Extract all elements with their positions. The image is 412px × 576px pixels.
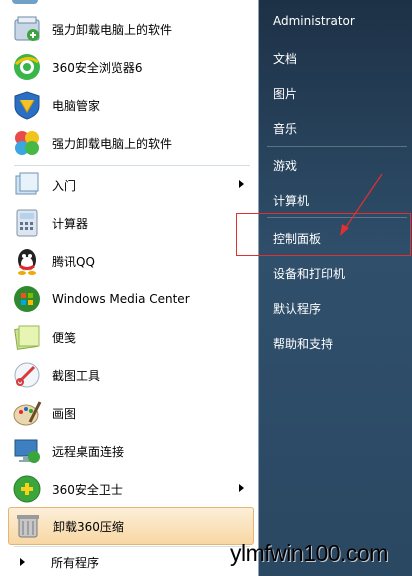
- music-link[interactable]: 音乐: [273, 120, 297, 137]
- devices-printers-link[interactable]: 设备和打印机: [273, 265, 345, 282]
- paint-palette-icon: [10, 396, 44, 430]
- remote-desktop-icon: [10, 434, 44, 468]
- program-label: 截图工具: [52, 368, 101, 383]
- program-windows-media-center[interactable]: Windows Media Center: [8, 280, 252, 318]
- 360-guard-icon: [10, 472, 44, 506]
- program-label: 卸载360压缩: [53, 519, 124, 534]
- program-360-browser[interactable]: 360安全浏览器6: [8, 48, 252, 86]
- watermark: ylmfwin100.com: [230, 540, 388, 566]
- qq-penguin-icon: [10, 244, 44, 278]
- computer-link[interactable]: 计算机: [273, 192, 309, 209]
- sticky-notes-icon: [10, 320, 44, 354]
- program-label: Windows Media Center: [52, 292, 190, 306]
- uninstall-box-icon: [10, 12, 44, 46]
- help-support-link[interactable]: 帮助和支持: [273, 335, 333, 352]
- all-programs-label: 所有程序: [51, 555, 100, 570]
- program-360-guard[interactable]: 360安全卫士: [8, 470, 252, 508]
- games-link[interactable]: 游戏: [273, 157, 297, 174]
- documents-link[interactable]: 文档: [273, 50, 297, 67]
- windows-media-center-icon: [10, 282, 44, 316]
- start-menu-programs-panel: 强力卸载电脑上的软件 360安全浏览器6 电脑管家 强力卸载电脑上的软件 入门 …: [0, 0, 259, 576]
- program-uninstall-360zip[interactable]: 卸载360压缩: [8, 507, 254, 545]
- uninstall-clover-icon: [10, 126, 44, 160]
- start-menu-places-panel: Administrator 文档 图片 音乐 游戏 计算机 控制面板 设备和打印…: [259, 0, 412, 576]
- uninstall-360zip-icon: [11, 509, 45, 543]
- program-calculator[interactable]: 计算器: [8, 204, 252, 242]
- program-label: 画图: [52, 406, 77, 421]
- program-snipping-tool[interactable]: 截图工具: [8, 356, 252, 394]
- 360-browser-icon: [10, 50, 44, 84]
- submenu-arrow-icon: [239, 180, 244, 188]
- program-label: 强力卸载电脑上的软件: [52, 22, 173, 37]
- program-remote-desktop[interactable]: 远程桌面连接: [8, 432, 252, 470]
- program-label: 360安全浏览器6: [52, 60, 143, 75]
- submenu-arrow-icon: [239, 484, 244, 492]
- partial-icon: [12, 0, 38, 4]
- program-getting-started[interactable]: 入门: [8, 166, 252, 204]
- program-qq[interactable]: 腾讯QQ: [8, 242, 252, 280]
- program-label: 强力卸载电脑上的软件: [52, 136, 173, 151]
- program-sticky-notes[interactable]: 便笺: [8, 318, 252, 356]
- program-label: 入门: [52, 178, 77, 193]
- user-administrator-link[interactable]: Administrator: [273, 14, 355, 28]
- separator: [267, 146, 407, 147]
- calculator-icon: [10, 206, 44, 240]
- program-label: 腾讯QQ: [52, 254, 95, 269]
- program-label: 360安全卫士: [52, 482, 123, 497]
- program-pc-manager[interactable]: 电脑管家: [8, 86, 252, 124]
- program-label: 电脑管家: [52, 98, 101, 113]
- default-programs-link[interactable]: 默认程序: [273, 300, 321, 317]
- all-programs-button[interactable]: 所有程序: [8, 550, 252, 574]
- expand-arrow-icon: [20, 558, 25, 566]
- pc-manager-shield-icon: [10, 88, 44, 122]
- program-label: 计算器: [52, 216, 89, 231]
- pictures-link[interactable]: 图片: [273, 85, 297, 102]
- program-paint[interactable]: 画图: [8, 394, 252, 432]
- snipping-tool-icon: [10, 358, 44, 392]
- program-label: 便笺: [52, 330, 77, 345]
- program-uninstall-software-2[interactable]: 强力卸载电脑上的软件: [8, 124, 252, 162]
- annotation-arrow: [340, 173, 383, 236]
- getting-started-icon: [10, 168, 44, 202]
- program-uninstall-software[interactable]: 强力卸载电脑上的软件: [8, 10, 252, 48]
- program-label: 远程桌面连接: [52, 444, 125, 459]
- separator: [14, 546, 250, 547]
